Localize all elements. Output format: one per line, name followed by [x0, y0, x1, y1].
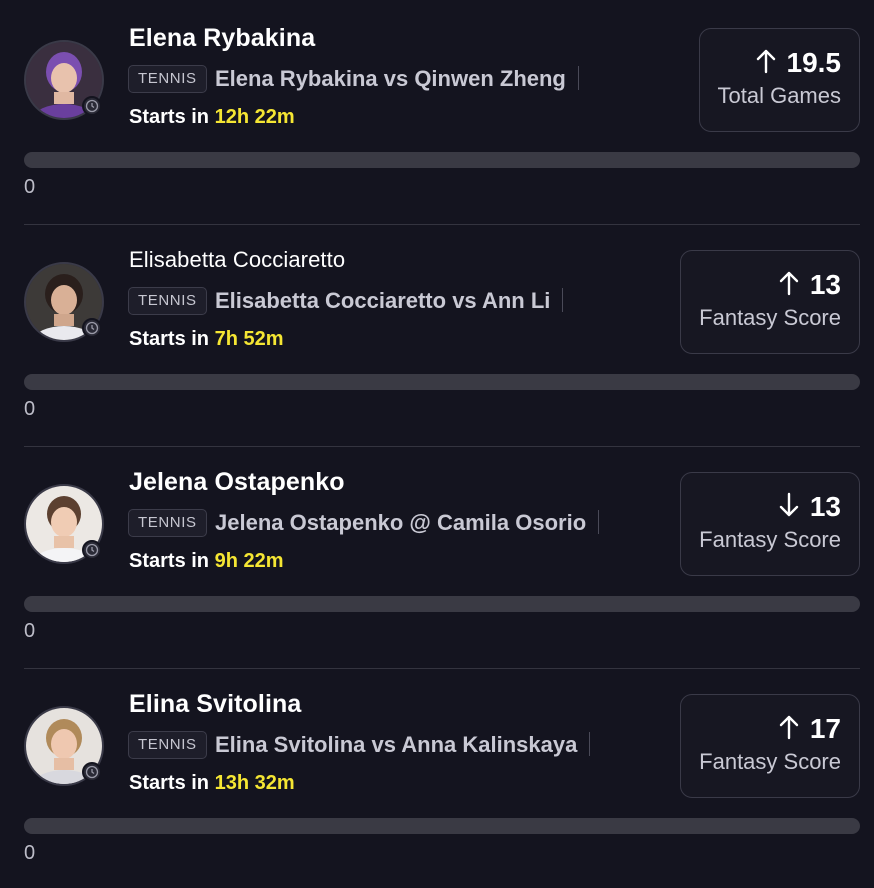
progress-bar — [24, 596, 860, 612]
player-name[interactable]: Elisabetta Cocciaretto — [129, 247, 345, 273]
clock-icon — [82, 96, 102, 116]
prop-card[interactable]: Elisabetta Cocciaretto TENNIS Elisabetta… — [0, 222, 874, 447]
matchup-label: Jelena Ostapenko @ Camila Osorio — [215, 510, 587, 535]
matchup-text: Jelena Ostapenko @ Camila Osorio — [215, 508, 600, 538]
projection-label: Fantasy Score — [699, 527, 841, 552]
divider — [577, 66, 579, 90]
starts-in: Starts in 9h 22m — [129, 550, 284, 573]
sport-tag: TENNIS — [128, 509, 207, 537]
progress-count: 0 — [24, 398, 36, 420]
sport-tag: TENNIS — [128, 731, 207, 759]
divider — [589, 732, 591, 756]
starts-in: Starts in 7h 52m — [129, 328, 284, 351]
matchup-label: Elisabetta Cocciaretto vs Ann Li — [215, 288, 551, 313]
projection-value: 13 — [809, 491, 841, 522]
projection-value: 17 — [809, 713, 841, 744]
projection-button[interactable]: 13 Fantasy Score — [680, 250, 860, 354]
starts-time: 9h 22m — [214, 550, 284, 572]
sport-tag: TENNIS — [128, 287, 207, 315]
prop-card[interactable]: Jelena Ostapenko TENNIS Jelena Ostapenko… — [0, 444, 874, 669]
starts-prefix: Starts in — [129, 328, 215, 350]
arrow-up-icon — [755, 48, 777, 74]
starts-prefix: Starts in — [129, 550, 215, 572]
matchup-text: Elisabetta Cocciaretto vs Ann Li — [215, 286, 564, 316]
clock-icon — [82, 318, 102, 338]
arrow-down-icon — [778, 492, 800, 518]
progress-bar — [24, 374, 860, 390]
progress-count: 0 — [24, 620, 36, 642]
starts-in: Starts in 12h 22m — [129, 106, 295, 129]
progress-bar — [24, 818, 860, 834]
projection-value: 19.5 — [786, 47, 842, 78]
progress-count: 0 — [24, 176, 36, 198]
matchup-label: Elena Rybakina vs Qinwen Zheng — [215, 66, 566, 91]
matchup-text: Elena Rybakina vs Qinwen Zheng — [215, 64, 579, 94]
starts-time: 13h 32m — [214, 772, 295, 794]
arrow-up-icon — [778, 270, 800, 296]
divider — [598, 510, 600, 534]
projection-button[interactable]: 17 Fantasy Score — [680, 694, 860, 798]
player-name[interactable]: Elena Rybakina — [129, 24, 315, 53]
prop-card[interactable]: Elena Rybakina TENNIS Elena Rybakina vs … — [0, 0, 874, 225]
sport-tag: TENNIS — [128, 65, 207, 93]
starts-prefix: Starts in — [129, 106, 215, 128]
prop-list: Elena Rybakina TENNIS Elena Rybakina vs … — [0, 0, 874, 876]
projection-label: Fantasy Score — [699, 749, 841, 774]
player-name[interactable]: Jelena Ostapenko — [129, 468, 345, 497]
projection-button[interactable]: 13 Fantasy Score — [680, 472, 860, 576]
starts-prefix: Starts in — [129, 772, 215, 794]
clock-icon — [82, 762, 102, 782]
projection-label: Fantasy Score — [699, 305, 841, 330]
projection-label: Total Games — [717, 83, 842, 108]
starts-time: 7h 52m — [214, 328, 284, 350]
matchup-text: Elina Svitolina vs Anna Kalinskaya — [215, 730, 591, 760]
arrow-up-icon — [778, 714, 800, 740]
player-name[interactable]: Elina Svitolina — [129, 690, 301, 719]
progress-count: 0 — [24, 842, 36, 864]
starts-time: 12h 22m — [214, 106, 295, 128]
starts-in: Starts in 13h 32m — [129, 772, 295, 795]
progress-bar — [24, 152, 860, 168]
matchup-label: Elina Svitolina vs Anna Kalinskaya — [215, 732, 578, 757]
projection-button[interactable]: 19.5 Total Games — [698, 28, 860, 132]
prop-card[interactable]: Elina Svitolina TENNIS Elina Svitolina v… — [0, 666, 874, 888]
divider — [562, 288, 564, 312]
clock-icon — [82, 540, 102, 560]
projection-value: 13 — [809, 269, 841, 300]
